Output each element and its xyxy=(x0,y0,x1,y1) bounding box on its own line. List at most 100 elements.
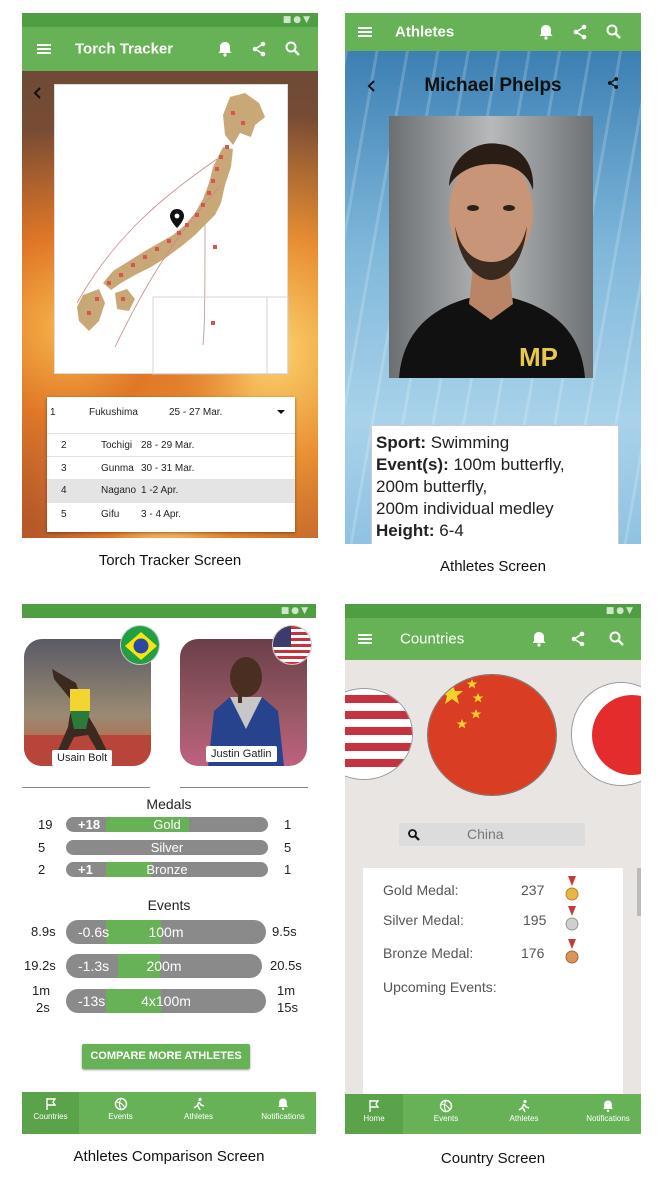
medal-right-count: 1 xyxy=(284,817,292,832)
events-value-line2: 200m butterfly, xyxy=(376,477,488,496)
nav-events[interactable]: Events xyxy=(417,1094,475,1134)
dropdown-option[interactable]: 2 Tochigi 28 - 29 Mar. xyxy=(47,433,295,456)
back-chevron-icon[interactable] xyxy=(31,86,45,100)
nav-countries[interactable]: Countries xyxy=(22,1092,79,1134)
caption-comparison: Athletes Comparison Screen xyxy=(73,1148,265,1165)
medal-right-count: 1 xyxy=(284,862,292,877)
nav-label: Events xyxy=(433,1114,459,1123)
silver-label: Silver Medal: xyxy=(383,912,464,928)
divider xyxy=(180,787,308,788)
medal-left-count: 2 xyxy=(38,862,46,877)
nav-athletes[interactable]: Athletes xyxy=(170,1092,227,1134)
nav-label: Athletes xyxy=(184,1112,213,1121)
row-number: 1 xyxy=(50,406,56,418)
nav-notifications[interactable]: Notifications xyxy=(575,1094,641,1134)
silver-medal-icon xyxy=(565,906,579,931)
dropdown-option-highlighted[interactable]: 4 Nagano 1 -2 Apr. xyxy=(47,479,295,502)
medal-type-label: Bronze xyxy=(146,862,188,877)
bronze-label: Bronze Medal: xyxy=(383,945,474,961)
compare-more-button[interactable]: COMPARE MORE ATHLETES xyxy=(82,1044,250,1069)
row-dates: 28 - 29 Mar. xyxy=(141,439,195,451)
divider xyxy=(22,787,150,788)
share-icon[interactable] xyxy=(249,39,269,59)
app-bar: Torch Tracker xyxy=(22,27,318,71)
nav-label: Home xyxy=(363,1114,385,1123)
share-icon[interactable] xyxy=(570,22,590,42)
medal-compare-bar: +1 Bronze xyxy=(66,862,268,877)
app-bar: Countries xyxy=(345,618,641,660)
dropdown-option[interactable]: 3 Gunma 30 - 31 Mar. xyxy=(47,456,295,479)
nav-athletes[interactable]: Athletes xyxy=(495,1094,553,1134)
search-icon[interactable] xyxy=(604,22,624,42)
bottom-nav: Home Events Athletes Notifications xyxy=(345,1094,641,1134)
bell-icon[interactable] xyxy=(215,39,235,59)
row-dates: 30 - 31 Mar. xyxy=(141,462,195,474)
row-place: Nagano xyxy=(101,485,137,496)
event-right-time: 20.5s xyxy=(270,958,302,973)
caption-torch: Torch Tracker Screen xyxy=(98,552,242,569)
athlete-name: Michael Phelps xyxy=(424,75,562,96)
usa-flag-circle[interactable] xyxy=(345,688,413,780)
nav-notifications[interactable]: Notifications xyxy=(250,1092,316,1134)
row-number: 4 xyxy=(61,485,67,496)
event-left-time: 8.9s xyxy=(31,924,56,939)
event-right-time: 9.5s xyxy=(272,924,297,939)
japan-route-map xyxy=(54,84,290,376)
dropdown-option[interactable]: 5 Gifu 3 - 4 Apr. xyxy=(47,502,295,525)
dropdown-selected-row[interactable]: 1 Fukushima 25 - 27 Mar. xyxy=(47,400,295,424)
medal-type-label: Silver xyxy=(150,840,184,855)
nav-label: Events xyxy=(108,1112,133,1121)
nav-label: Notifications xyxy=(261,1112,305,1121)
share-icon[interactable] xyxy=(568,629,588,649)
bell-icon[interactable] xyxy=(536,22,556,42)
row-place: Gifu xyxy=(101,508,120,520)
runner-icon xyxy=(518,1099,530,1113)
row-dates: 1 -2 Apr. xyxy=(141,485,179,496)
event-left-time: 1m xyxy=(32,983,51,998)
medals-heading: Medals xyxy=(146,796,192,812)
status-bar: ■●▼ xyxy=(22,13,318,27)
gold-label: Gold Medal: xyxy=(383,882,459,898)
torch-tracker-screen: ■●▼ Torch Tracker 1 Fukushima 25 - 27 Ma… xyxy=(22,13,318,538)
japan-flag-circle[interactable] xyxy=(571,682,641,786)
search-icon[interactable] xyxy=(607,629,627,649)
sport-value: Swimming xyxy=(430,433,510,452)
volleyball-icon xyxy=(114,1097,127,1111)
menu-icon[interactable] xyxy=(355,629,375,649)
share-icon[interactable] xyxy=(605,75,621,91)
mp-logo-text: MP xyxy=(519,342,558,372)
torch-route-dropdown[interactable]: 1 Fukushima 25 - 27 Mar. 2 Tochigi 28 - … xyxy=(47,397,295,532)
country-search-field[interactable]: China xyxy=(399,823,585,846)
height-label: Height: xyxy=(376,521,435,540)
search-icon[interactable] xyxy=(283,39,303,59)
usa-flag-icon xyxy=(272,625,312,665)
event-compare-bar: -0.6s 100m xyxy=(66,920,266,944)
athlete-name-left: Usain Bolt xyxy=(52,750,113,766)
events-label: Event(s): xyxy=(376,455,449,474)
menu-icon[interactable] xyxy=(34,39,54,59)
silver-count: 195 xyxy=(523,912,547,928)
nav-home[interactable]: Home xyxy=(345,1094,403,1134)
row-number: 2 xyxy=(61,439,67,451)
bell-icon[interactable] xyxy=(529,629,549,649)
medal-summary-card: Gold Medal: 237 Silver Medal: 195 Bronze… xyxy=(363,868,623,1098)
medal-left-count: 19 xyxy=(38,817,53,832)
scrollbar[interactable] xyxy=(637,868,641,916)
china-flag-circle[interactable] xyxy=(427,674,557,796)
flag-icon xyxy=(45,1098,56,1110)
event-name: 100m xyxy=(148,924,184,940)
nav-label: Athletes xyxy=(509,1114,539,1123)
app-bar: Athletes xyxy=(345,13,641,51)
status-bar: ■●▼ xyxy=(22,604,316,618)
status-bar: ■●▼ xyxy=(345,604,641,618)
event-compare-bar: -13s 4x100m xyxy=(66,989,266,1013)
event-compare-bar: -1.3s 200m xyxy=(66,954,262,978)
nav-events[interactable]: Events xyxy=(92,1092,149,1134)
menu-icon[interactable] xyxy=(355,22,375,42)
search-icon xyxy=(408,829,420,841)
app-title: Torch Tracker xyxy=(75,40,174,58)
dropdown-arrow-icon[interactable] xyxy=(276,408,286,416)
nav-label: Countries xyxy=(33,1112,68,1121)
medal-compare-bar: Silver xyxy=(66,840,268,855)
app-title: Countries xyxy=(400,630,465,648)
